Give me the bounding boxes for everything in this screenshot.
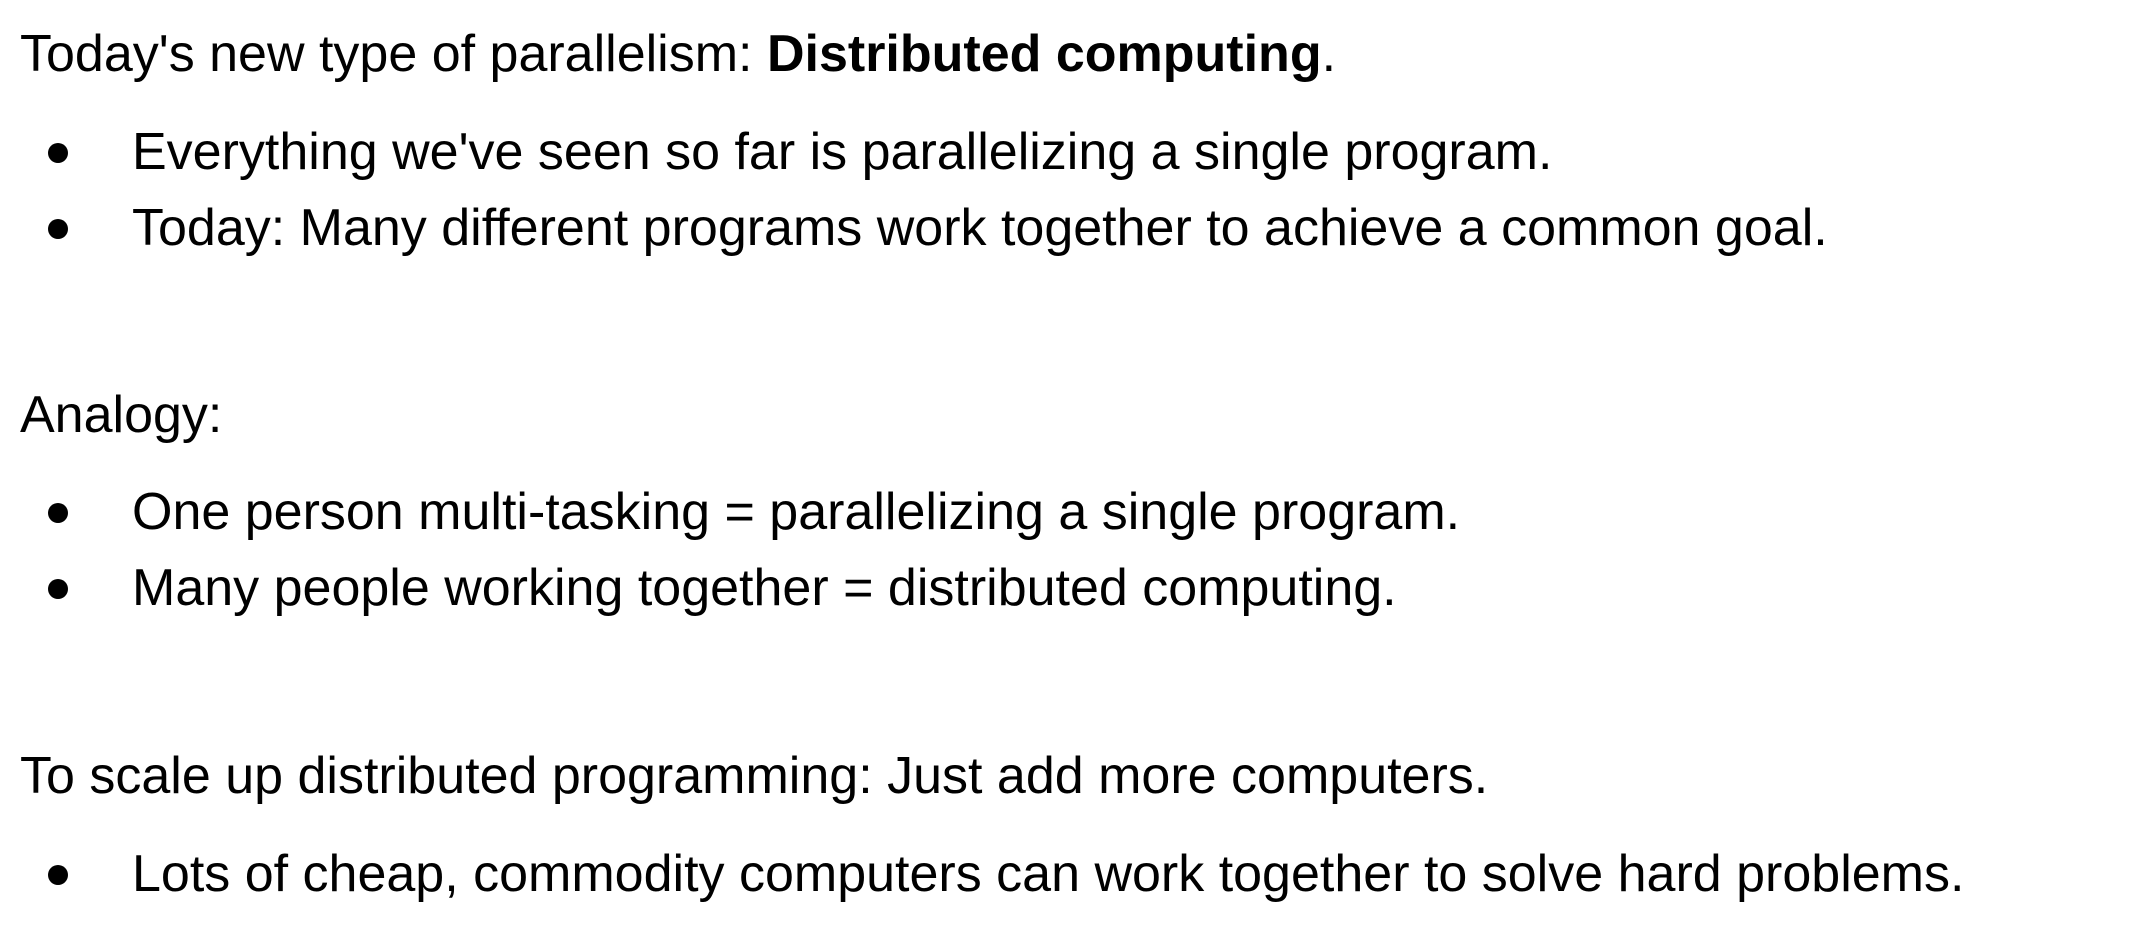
scale-heading: To scale up distributed programming: Jus…	[20, 747, 1489, 805]
bullet-icon	[20, 550, 132, 626]
list-item: One person multi-tasking = parallelizing…	[20, 474, 1460, 550]
scale-bullet-list: Lots of cheap, commodity computers can w…	[20, 836, 1964, 912]
list-item: Lots of cheap, commodity computers can w…	[20, 836, 1964, 912]
list-item: Everything we've seen so far is parallel…	[20, 114, 1828, 190]
list-item-text: One person multi-tasking = parallelizing…	[132, 483, 1461, 541]
intro-suffix: .	[1321, 25, 1337, 83]
bullet-icon	[20, 114, 132, 190]
bullet-icon	[20, 190, 132, 266]
intro-bold-term: Distributed computing	[766, 25, 1322, 83]
list-item-text: Today: Many different programs work toge…	[132, 199, 1828, 257]
list-item: Many people working together = distribut…	[20, 550, 1460, 626]
analogy-heading: Analogy:	[20, 386, 223, 444]
analogy-bullet-list: One person multi-tasking = parallelizing…	[20, 474, 1460, 626]
intro-paragraph: Today's new type of parallelism: Distrib…	[20, 22, 1336, 86]
list-item-text: Lots of cheap, commodity computers can w…	[132, 845, 1965, 903]
intro-bullet-list: Everything we've seen so far is parallel…	[20, 114, 1828, 266]
list-item: Today: Many different programs work toge…	[20, 190, 1828, 266]
bullet-icon	[20, 474, 132, 550]
intro-prefix: Today's new type of parallelism:	[20, 25, 767, 83]
bullet-icon	[20, 836, 132, 912]
list-item-text: Everything we've seen so far is parallel…	[132, 123, 1553, 181]
list-item-text: Many people working together = distribut…	[132, 559, 1397, 617]
